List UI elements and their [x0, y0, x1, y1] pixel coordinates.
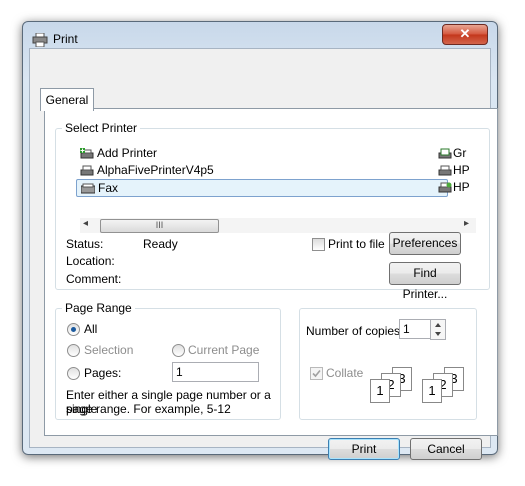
collate-page: 1 [422, 379, 442, 403]
selection-radio[interactable] [67, 344, 80, 357]
print-dialog: Print ✕ General Select Printer Add Print… [22, 21, 498, 460]
select-printer-group: Select Printer Add Printer AlphaFivePrin… [55, 121, 490, 301]
print-to-file-checkbox[interactable] [312, 238, 325, 251]
copies-input[interactable]: 1 [399, 319, 431, 339]
printer-item-right-3[interactable]: HP [438, 179, 470, 195]
tab-general[interactable]: General [40, 88, 94, 111]
printer-item-add-printer[interactable]: Add Printer [80, 145, 157, 161]
document-writer-icon [438, 148, 452, 159]
collate-illustration-set-2: 3 2 1 [422, 367, 470, 403]
collate-page: 1 [370, 379, 390, 403]
printer-label: HP [453, 163, 470, 177]
find-printer-button[interactable]: Find Printer... [389, 262, 461, 301]
comment-label: Comment: [66, 272, 122, 286]
general-tab-panel: Select Printer Add Printer AlphaFivePrin… [44, 108, 498, 436]
printer-icon [438, 165, 452, 176]
print-button[interactable]: Print [328, 438, 400, 460]
all-radio-label[interactable]: All [84, 322, 97, 336]
spin-down-icon[interactable] [433, 330, 443, 338]
number-of-copies-label: Number of copies: [306, 324, 404, 338]
printer-item-fax[interactable]: Fax [76, 179, 448, 197]
collate-label[interactable]: Collate [326, 366, 363, 380]
dialog-body: General Select Printer Add Printer Alpha… [29, 48, 498, 460]
page-range-group: Page Range All Selection Current Page Pa… [55, 301, 281, 420]
printer-list[interactable]: Add Printer AlphaFivePrinterV4p5 Fax Gr … [72, 143, 476, 233]
fax-icon [81, 183, 95, 194]
pages-radio-label[interactable]: Pages: [84, 366, 121, 380]
printer-item-right-1[interactable]: Gr [438, 145, 466, 161]
scroll-right-arrow-icon[interactable]: ▸ [464, 218, 469, 229]
status-label: Status: [66, 237, 104, 251]
printer-item-right-2[interactable]: HP [438, 162, 470, 178]
window-title: Print [53, 32, 78, 46]
page-range-legend: Page Range [62, 301, 135, 315]
copies-group: Number of copies: 1 Collate 3 2 1 3 2 1 [299, 308, 477, 420]
status-value: Ready [143, 237, 178, 251]
select-printer-legend: Select Printer [62, 121, 141, 135]
horizontal-scrollbar[interactable]: ◂ III ▸ [80, 218, 476, 233]
copies-spinner[interactable] [430, 319, 446, 340]
pages-input[interactable]: 1 [172, 362, 259, 382]
print-to-file-label[interactable]: Print to file [328, 237, 385, 251]
printer-label: Add Printer [97, 146, 158, 160]
printer-label: HP [453, 180, 470, 194]
collate-illustration-set-1: 3 2 1 [370, 367, 418, 403]
selection-radio-label[interactable]: Selection [84, 343, 133, 357]
printer-label: Fax [98, 181, 119, 195]
all-radio[interactable] [67, 323, 80, 336]
current-page-radio-label[interactable]: Current Page [188, 343, 259, 357]
printer-icon [80, 165, 94, 176]
spin-up-icon[interactable] [433, 321, 443, 329]
printer-item-alphafive[interactable]: AlphaFivePrinterV4p5 [80, 162, 214, 178]
scroll-left-arrow-icon[interactable]: ◂ [83, 218, 88, 229]
current-page-radio[interactable] [172, 344, 185, 357]
cancel-button[interactable]: Cancel [410, 438, 482, 460]
preferences-button[interactable]: Preferences [389, 232, 461, 255]
network-printer-icon [438, 182, 452, 193]
printer-label: AlphaFivePrinterV4p5 [97, 163, 214, 177]
printer-label: Gr [453, 146, 467, 160]
page-range-hint-line-2: page range. For example, 5-12 [66, 402, 231, 416]
location-label: Location: [66, 254, 115, 268]
printer-icon [32, 33, 48, 47]
add-printer-icon [80, 147, 94, 159]
checkmark-icon [312, 369, 321, 378]
pages-radio[interactable] [67, 367, 80, 380]
collate-checkbox[interactable] [310, 367, 323, 380]
close-button[interactable]: ✕ [442, 24, 488, 45]
scrollbar-thumb[interactable]: III [100, 219, 219, 233]
